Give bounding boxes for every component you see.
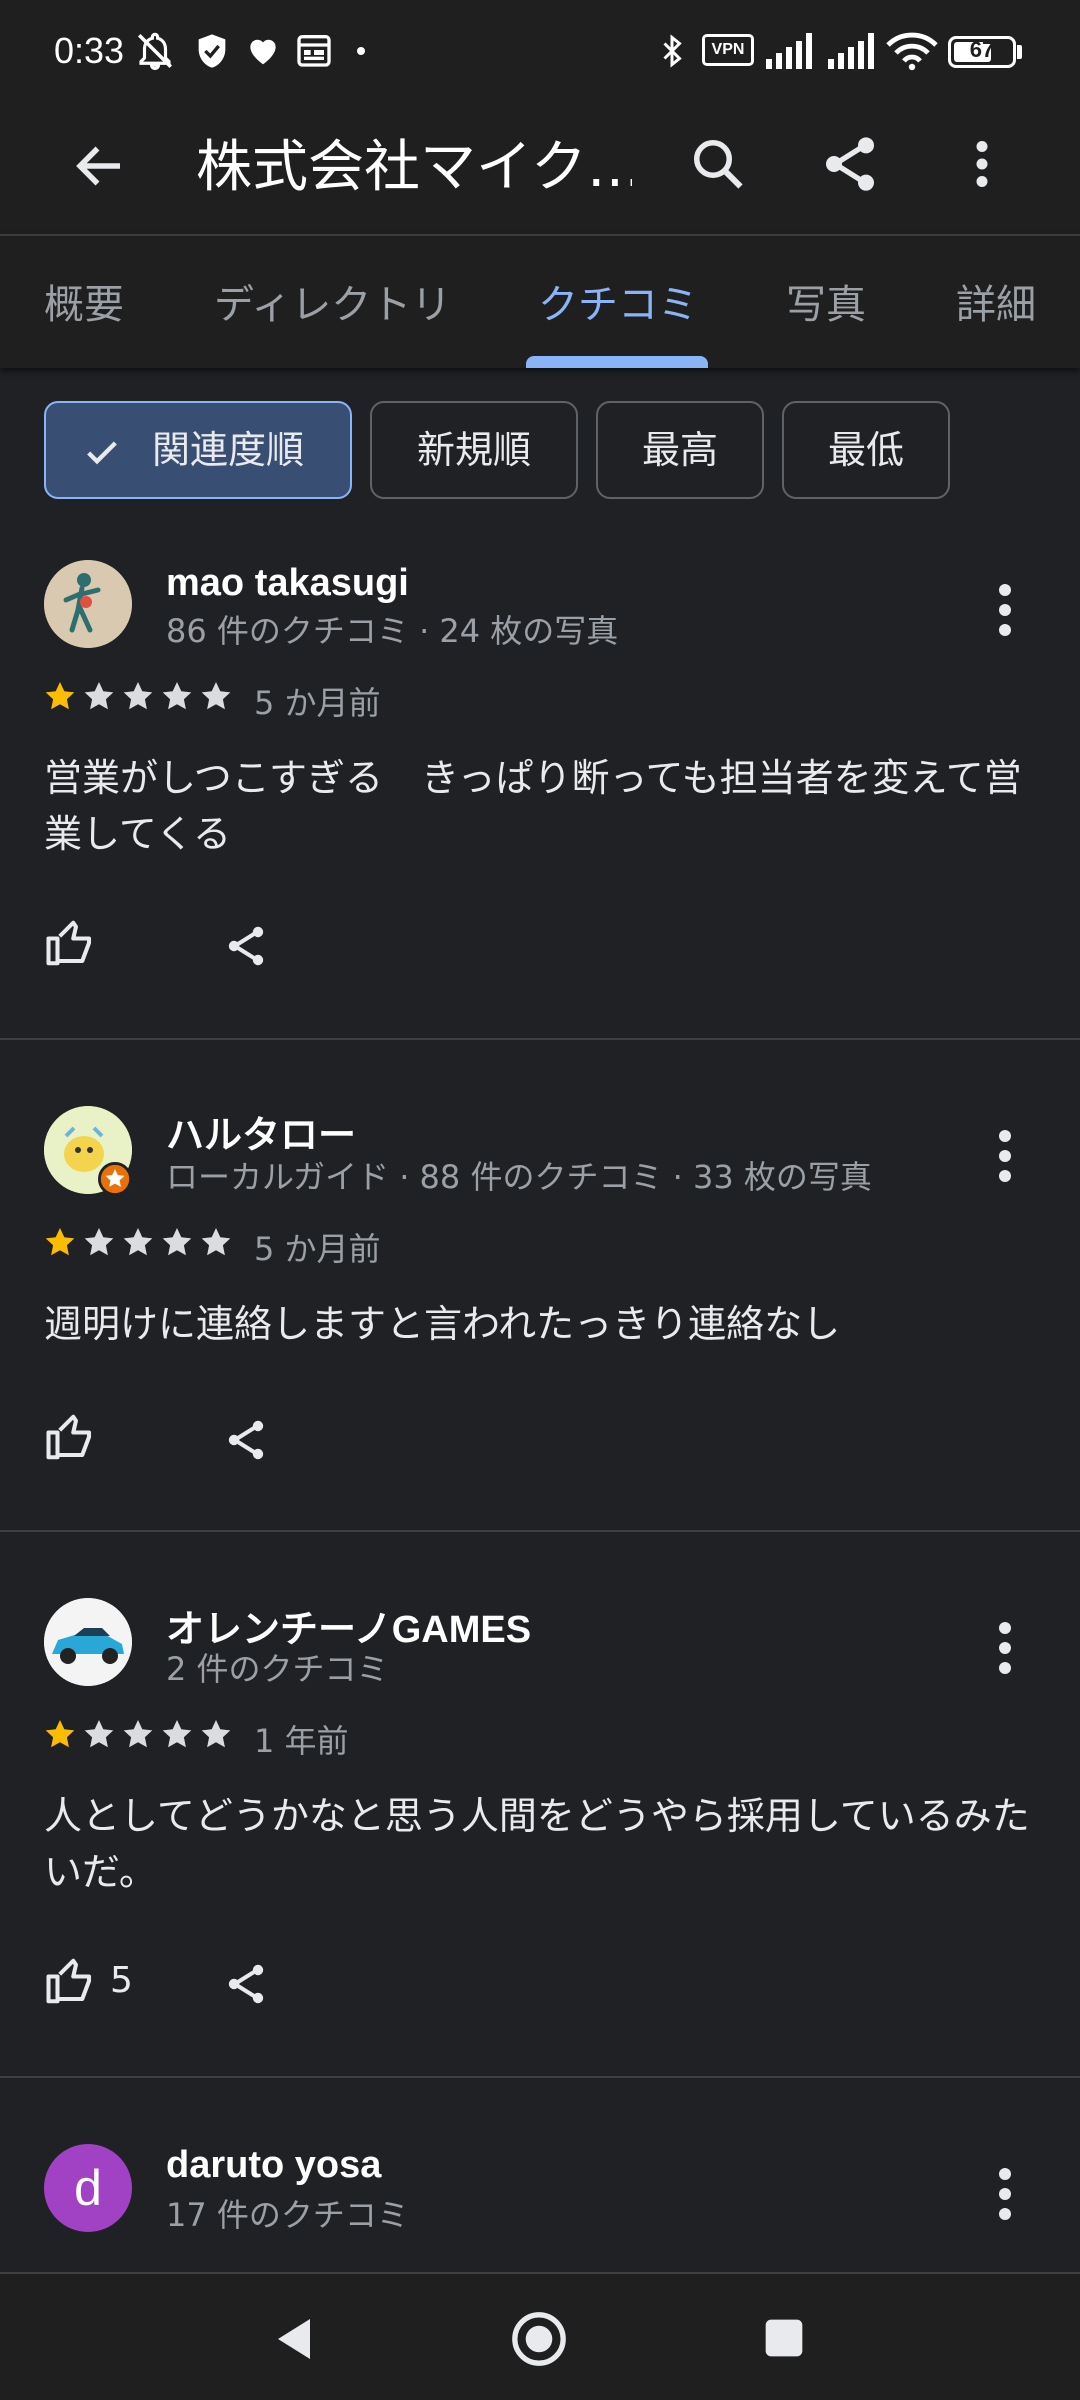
- review-text: 人としてどうかなと思う人間をどうやら採用しているみたいだ。: [44, 1794, 1030, 1894]
- nav-recents-icon[interactable]: [762, 2316, 806, 2360]
- chip-lowest[interactable]: 最低: [782, 401, 950, 499]
- check-icon: [87, 441, 117, 465]
- review-author-meta: 86 件のクチコミ · 24 枚の写真: [166, 612, 619, 650]
- battery-icon: 67: [948, 36, 1016, 68]
- local-guide-badge-icon: [98, 1162, 132, 1196]
- review-divider: [0, 1530, 1080, 1532]
- review-text: 営業がしつこすぎる きっぱり断っても担当者を変えて営業してくる: [44, 756, 1022, 856]
- chip-newest[interactable]: 新規順: [370, 401, 578, 499]
- star-5: [201, 1228, 231, 1256]
- nav-home-icon[interactable]: [510, 2310, 568, 2368]
- review-author[interactable]: ハルタロー: [166, 1104, 356, 1159]
- tab-directory[interactable]: ディレクトリ: [214, 272, 451, 330]
- star-1: [45, 1228, 75, 1256]
- shield-icon: [198, 34, 226, 68]
- review-divider: [0, 2076, 1080, 2078]
- signal-icon: [766, 33, 812, 69]
- avatar[interactable]: [44, 560, 132, 648]
- star-3: [123, 1228, 153, 1256]
- page-title: 株式会社マイク…: [196, 135, 632, 200]
- review-time: 5 か月前: [254, 684, 381, 722]
- review-author[interactable]: daruto yosa: [166, 2144, 381, 2187]
- status-bar: 0:33 VPN 67: [0, 0, 1080, 100]
- star-4: [162, 1228, 192, 1256]
- star-2: [84, 1228, 114, 1256]
- chip-highest[interactable]: 最高: [596, 401, 764, 499]
- nav-back-icon[interactable]: [270, 2314, 318, 2364]
- star-5: [201, 1720, 231, 1748]
- tab-overview[interactable]: 概要: [44, 272, 124, 330]
- review-more-icon[interactable]: [990, 1126, 1020, 1186]
- avatar[interactable]: [44, 1598, 132, 1686]
- wifi-icon: [886, 32, 938, 71]
- star-rating: [45, 682, 231, 710]
- chip-relevance[interactable]: 関連度順: [44, 401, 352, 499]
- back-arrow-icon[interactable]: [70, 136, 130, 196]
- system-nav-bar: [0, 2272, 1080, 2400]
- review-more-icon[interactable]: [990, 1618, 1020, 1678]
- review-share-icon[interactable]: [222, 1960, 270, 2008]
- avatar-figure-icon: [44, 560, 132, 648]
- star-3: [123, 682, 153, 710]
- heart-icon: [250, 39, 276, 65]
- review-more-icon[interactable]: [990, 2164, 1020, 2224]
- review-text: 週明けに連絡しますと言われたっきり連絡なし: [44, 1302, 841, 1346]
- calendar-icon: [297, 35, 331, 67]
- bluetooth-icon: [663, 34, 682, 68]
- tab-indicator: [526, 356, 708, 368]
- star-1: [45, 1720, 75, 1748]
- thumbs-up-icon[interactable]: [44, 1954, 98, 2008]
- star-rating: [45, 1228, 231, 1256]
- status-time: 0:33: [54, 30, 125, 71]
- review-share-icon[interactable]: [222, 922, 270, 970]
- notifications-off-icon: [138, 32, 172, 71]
- review-author-meta: 2 件のクチコミ: [166, 1650, 389, 1688]
- star-3: [123, 1720, 153, 1748]
- star-5: [201, 682, 231, 710]
- star-2: [84, 682, 114, 710]
- share-icon[interactable]: [818, 132, 882, 196]
- review-more-icon[interactable]: [990, 580, 1020, 640]
- like-count: 5: [110, 1960, 133, 2001]
- app-root: 0:33 VPN 67 株式会社マイク… 概要 ディレクトリ クチコミ 写真 詳…: [0, 0, 1080, 2400]
- review-time: 5 か月前: [254, 1230, 381, 1268]
- tab-photos[interactable]: 写真: [786, 272, 866, 330]
- thumbs-up-icon[interactable]: [44, 1410, 98, 1464]
- avatar[interactable]: d: [44, 2144, 132, 2232]
- star-1: [45, 682, 75, 710]
- review-time: 1 年前: [254, 1722, 349, 1760]
- tab-bar: 概要 ディレクトリ クチコミ 写真 詳細: [0, 236, 1080, 368]
- avatar-car-icon: [44, 1598, 132, 1686]
- thumbs-up-icon[interactable]: [44, 916, 98, 970]
- tab-reviews[interactable]: クチコミ: [538, 272, 698, 330]
- tab-details[interactable]: 詳細: [956, 272, 1036, 330]
- chip-relevance-label: 関連度順: [152, 428, 305, 472]
- signal-icon-2: [828, 33, 874, 69]
- search-icon[interactable]: [688, 134, 748, 194]
- star-2: [84, 1720, 114, 1748]
- review-divider: [0, 1038, 1080, 1040]
- review-author-meta: ローカルガイド · 88 件のクチコミ · 33 枚の写真: [166, 1158, 872, 1196]
- more-vert-icon[interactable]: [952, 132, 1012, 196]
- star-4: [162, 1720, 192, 1748]
- battery-level: 67: [969, 37, 995, 62]
- dot-icon: [357, 47, 365, 55]
- review-author-meta: 17 件のクチコミ: [166, 2196, 409, 2234]
- star-rating: [45, 1720, 231, 1748]
- vpn-badge: VPN: [702, 34, 754, 66]
- review-author[interactable]: mao takasugi: [166, 562, 409, 605]
- star-4: [162, 682, 192, 710]
- review-share-icon[interactable]: [222, 1416, 270, 1464]
- battery-tip: [1017, 45, 1022, 59]
- app-bar: 株式会社マイク…: [0, 100, 1080, 235]
